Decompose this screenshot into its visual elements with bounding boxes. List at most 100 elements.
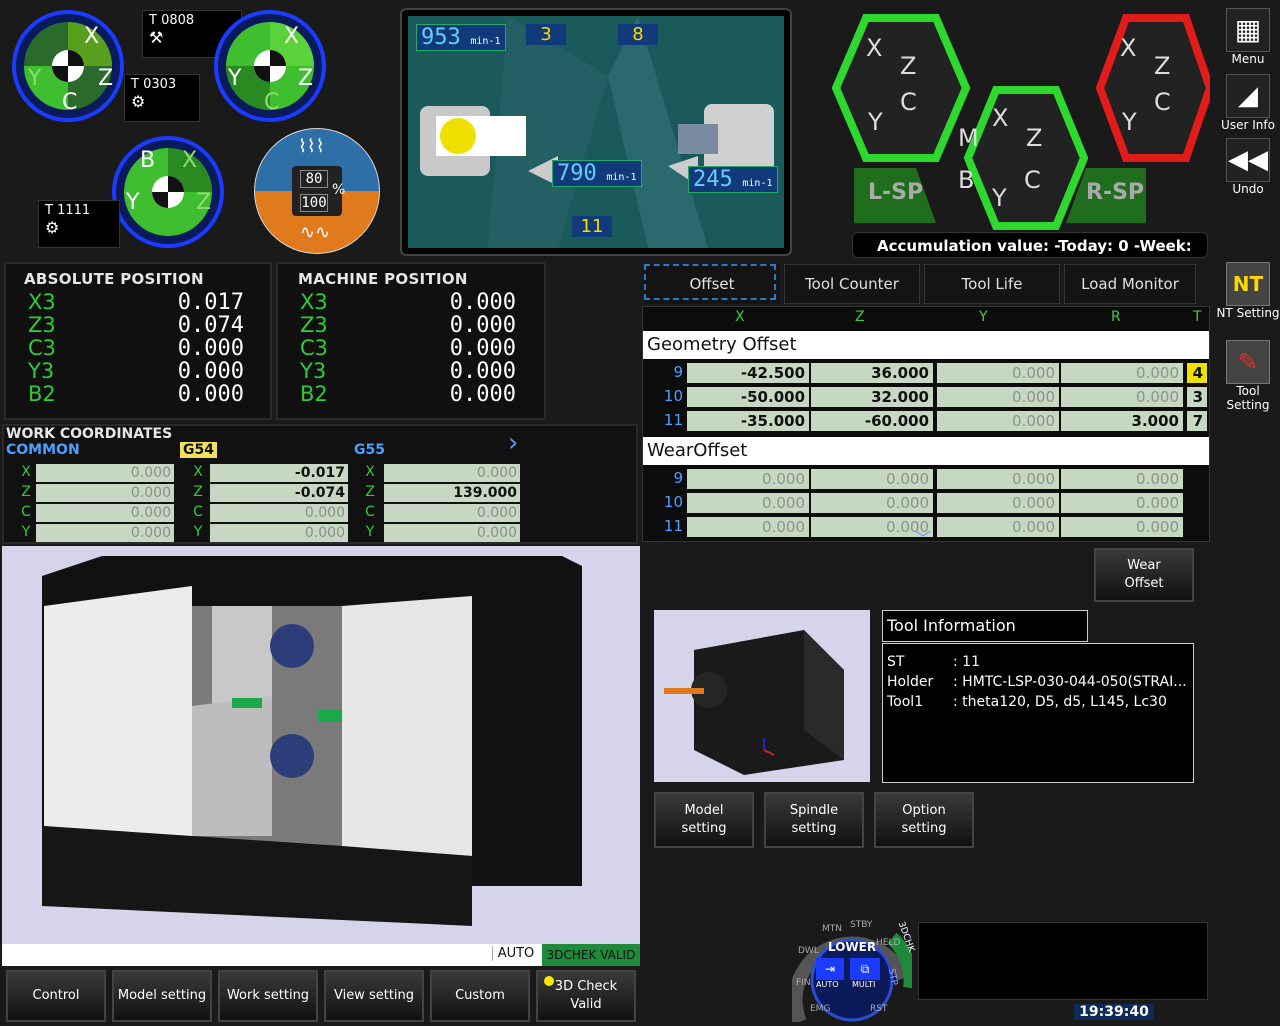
axis-value: 0.000 <box>177 359 244 384</box>
spindle3-rpm: 245 min-1 <box>688 166 778 193</box>
left-spindle-label: L-SP <box>868 180 924 205</box>
tool-pencil-icon: ✎ <box>1226 340 1270 384</box>
user-info-button[interactable]: ◢ User Info <box>1216 74 1280 134</box>
dial2-z-label: Z <box>298 66 314 91</box>
tab-tool-counter-label: Tool Counter <box>805 275 899 293</box>
dial2-y-label: Y <box>228 66 242 91</box>
spindle-setting-button[interactable]: Spindle setting <box>764 792 864 848</box>
mode-mtn-label: MTN <box>822 924 842 934</box>
hex2-y: Y <box>992 184 1007 212</box>
g55-label[interactable]: G55 <box>354 442 385 458</box>
common-value: 0.000 <box>36 464 174 482</box>
g55-value: 0.000 <box>384 524 520 542</box>
offset-y-value: 0.000 <box>937 411 1059 431</box>
tool-number: T 1111 <box>45 203 91 218</box>
hex1-z: Z <box>900 52 917 80</box>
spindle1-rpm-unit: min-1 <box>470 36 501 47</box>
axis-interlock-status: X Z C Y M X Z B C Y X Z C Y L-SP R-SP <box>796 8 1215 230</box>
tool-info-st-key: ST <box>887 654 905 670</box>
override-bottom-value: 100 <box>300 194 328 212</box>
common-value: 0.000 <box>36 484 174 502</box>
wear-offset-button[interactable]: Wear Offset <box>1094 548 1194 602</box>
tool-info-holder-key: Holder <box>887 674 934 690</box>
spindle1-rpm-value: 953 <box>421 25 461 50</box>
dial1-x-label: X <box>84 24 100 49</box>
tool-position-c: 11 <box>572 216 612 237</box>
multi-mode-icon[interactable]: ⧉ <box>850 958 880 980</box>
menu-label: Menu <box>1231 52 1265 66</box>
axis-name: C3 <box>300 336 329 360</box>
g54-value: 0.000 <box>210 524 348 542</box>
tab-tool-life[interactable]: Tool Life <box>924 264 1060 304</box>
offset-y-value: 0.000 <box>937 469 1059 489</box>
offset-x-value: 0.000 <box>687 469 809 489</box>
hex2-b: B <box>958 166 975 194</box>
view-setting-button[interactable]: View setting <box>324 970 424 1022</box>
nt-gear-icon: NT <box>1226 262 1270 306</box>
offset-r-value: 0.000 <box>1061 517 1183 537</box>
mode-rst-label: RST <box>870 1004 888 1014</box>
offset-t-value: 4 <box>1187 363 1207 383</box>
right-spindle-label: R-SP <box>1086 180 1145 205</box>
offset-t-value: 7 <box>1187 411 1207 431</box>
axis-value: 0.000 <box>449 336 516 361</box>
axis-name: X3 <box>300 290 328 314</box>
spindle1-rpm: 953 min-1 <box>416 24 506 51</box>
offset-x-value: -35.000 <box>687 411 809 431</box>
g54-value: -0.017 <box>210 464 348 482</box>
3d-check-valid-button[interactable]: 3D Check Valid <box>536 970 636 1022</box>
col-header-x: X <box>735 309 745 325</box>
menu-button[interactable]: ▦ Menu <box>1216 8 1280 70</box>
undo-button[interactable]: ◀◀ Undo <box>1216 138 1280 198</box>
col-header-z: Z <box>855 309 865 325</box>
offset-number: 10 <box>663 387 683 405</box>
g54-label[interactable]: G54 <box>180 442 217 458</box>
tool-setting-button[interactable]: ✎ Tool Setting <box>1216 340 1280 412</box>
auto-mode-icon[interactable]: ⇥ <box>816 958 844 980</box>
mode-stby-label: STBY <box>850 920 873 930</box>
control-button[interactable]: Control <box>6 970 106 1022</box>
offset-table: X Z Y R T ︿ Geometry Offset WearOffset 9… <box>642 306 1210 548</box>
hex3-c: C <box>1154 88 1171 116</box>
custom-button[interactable]: Custom <box>430 970 530 1022</box>
mode-multi-label: MULTI <box>852 980 876 989</box>
common-value: 0.000 <box>36 504 174 522</box>
axis-value: 0.000 <box>449 359 516 384</box>
tab-offset[interactable]: Offset <box>644 264 780 304</box>
offset-r-value: 0.000 <box>1061 363 1183 383</box>
override-gauge: 80 100 % ⌇⌇⌇ ∿∿ <box>252 126 382 256</box>
spindle3-rpm-value: 245 <box>693 167 733 192</box>
turret-dial-lower: B X Y Z <box>112 136 224 248</box>
machine-position-title: MACHINE POSITION <box>298 270 468 288</box>
scroll-down-icon[interactable]: ﹀ <box>915 525 931 549</box>
axis-value: 0.000 <box>449 382 516 407</box>
tool-holder-model <box>664 630 844 775</box>
machine-status-view: 953 min-1 3 8 790 min-1 245 min-1 11 <box>400 8 792 256</box>
axis-name: Z3 <box>28 313 56 337</box>
axis-name: B2 <box>28 382 56 406</box>
common-axis: X <box>21 464 31 480</box>
nt-setting-button[interactable]: NT NT Setting <box>1216 262 1280 322</box>
g54-axis: Z <box>193 484 203 500</box>
option-setting-button[interactable]: Option setting <box>874 792 974 848</box>
common-axis: C <box>21 504 31 520</box>
model-setting-button[interactable]: Model setting <box>654 792 754 848</box>
dial1-y-label: Y <box>28 66 42 91</box>
work-setting-button[interactable]: Work setting <box>218 970 318 1022</box>
common-axis: Z <box>21 484 31 500</box>
mode-emg-label: EMG <box>810 1004 831 1014</box>
next-page-chevron-icon[interactable]: › <box>508 428 518 458</box>
offset-t-value: 3 <box>1187 387 1207 407</box>
model-setting-bottom-button[interactable]: Model setting <box>112 970 212 1022</box>
axis-value: 0.074 <box>177 313 244 338</box>
tool-info-tool1-value: : theta120, D5, d5, L145, Lc30 <box>953 694 1167 710</box>
tab-load-monitor[interactable]: Load Monitor <box>1064 264 1196 304</box>
axis-value: 0.000 <box>449 313 516 338</box>
3d-machine-view[interactable] <box>2 546 640 944</box>
offset-z-value: 0.000 <box>811 493 933 513</box>
tool-position-b: 8 <box>618 24 658 45</box>
work-coordinates-title: WORK COORDINATES <box>6 426 173 442</box>
tab-tool-counter[interactable]: Tool Counter <box>784 264 920 304</box>
axis-value: 0.000 <box>177 382 244 407</box>
g55-value: 139.000 <box>384 484 520 502</box>
